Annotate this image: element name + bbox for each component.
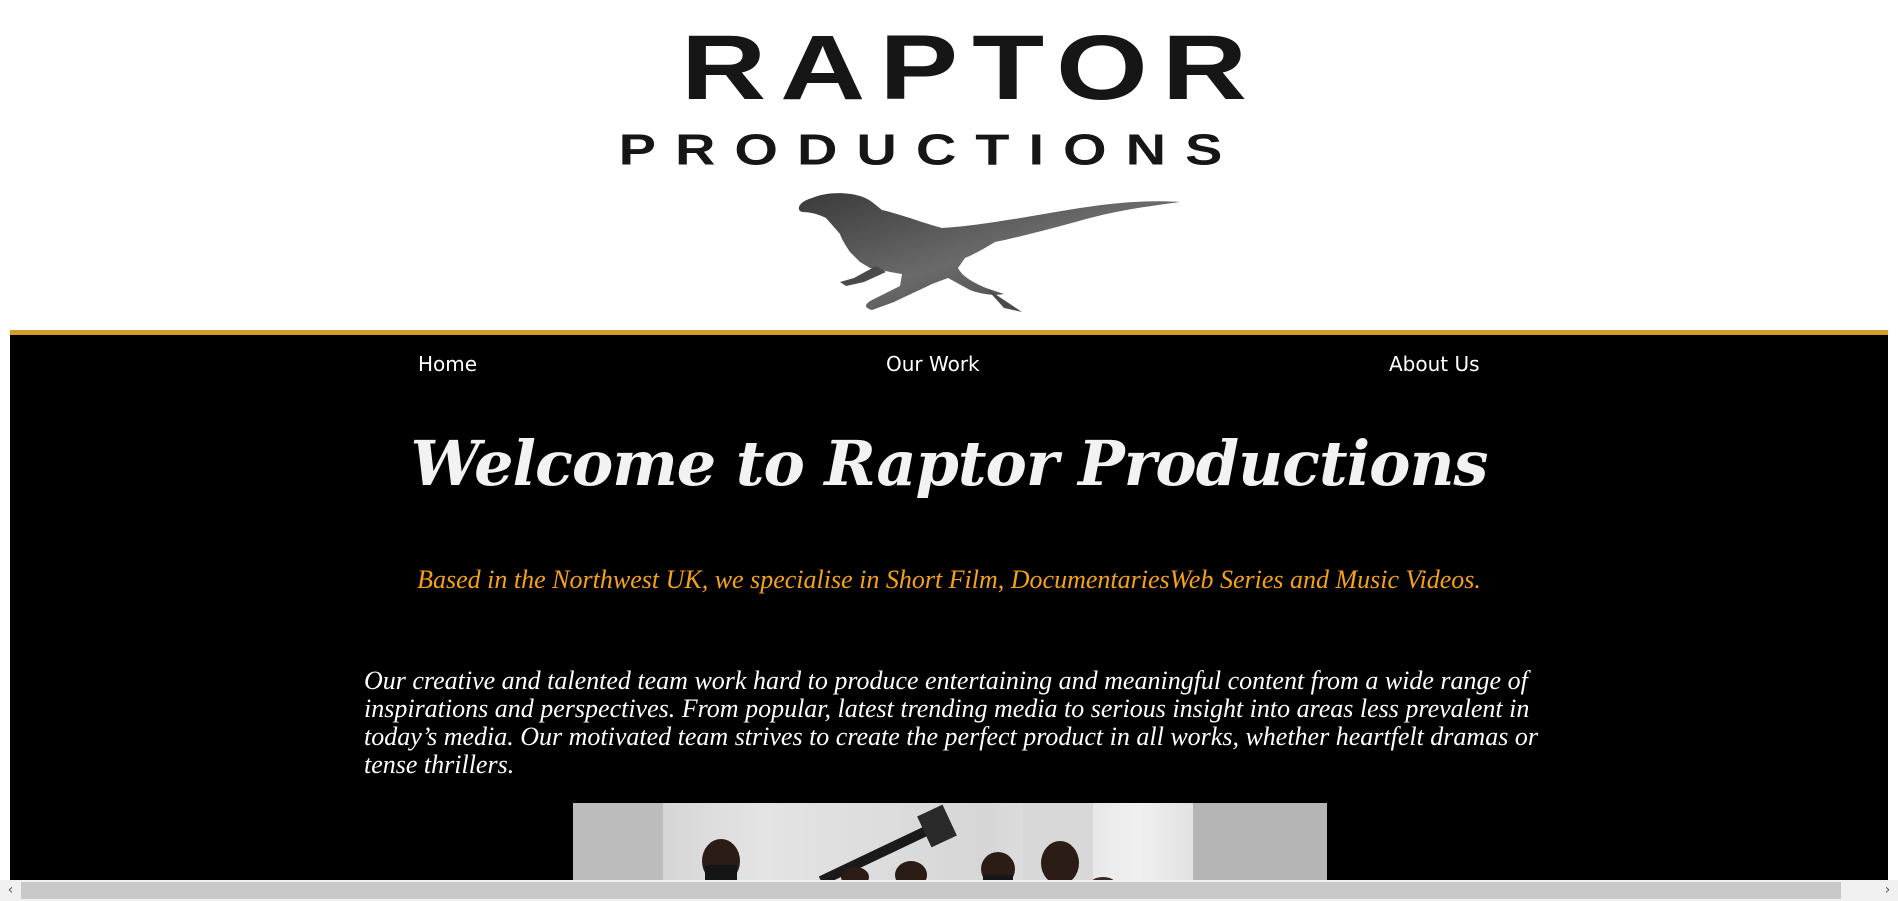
site-header: RAPTOR PRODUCTIONS [0,0,1898,330]
chevron-left-icon[interactable]: ‹ [0,880,21,901]
team-photo [573,803,1327,885]
chevron-right-icon[interactable]: › [1877,880,1898,901]
nav-link-home[interactable]: Home [418,352,477,376]
nav-link-our-work[interactable]: Our Work [886,352,980,376]
raptor-productions-logo[interactable]: RAPTOR PRODUCTIONS [0,0,1898,330]
raptor-silhouette-icon [798,193,1180,312]
scrollbar-thumb[interactable] [21,882,1841,899]
team-photo-content [573,803,1327,885]
nav-link-about-us[interactable]: About Us [1389,352,1480,376]
main-nav: Home Our Work About Us [10,335,1888,385]
main-content: Home Our Work About Us Welcome to Raptor… [10,330,1888,885]
logo-wordmark-raptor: RAPTOR [680,16,1262,120]
intro-paragraph: Our creative and talented team work hard… [364,666,1538,779]
logo-wordmark-productions: PRODUCTIONS [618,124,1242,175]
horizontal-scrollbar[interactable]: ‹ › [0,880,1898,901]
page-title: Welcome to Raptor Productions [410,427,1489,500]
tagline: Based in the Northwest UK, we specialise… [417,565,1481,594]
